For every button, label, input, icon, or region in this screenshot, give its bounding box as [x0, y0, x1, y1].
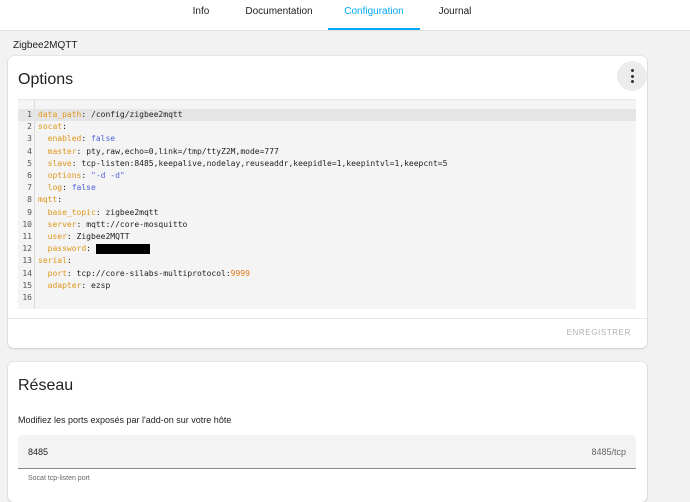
line-number: 16: [22, 293, 32, 302]
options-title: Options: [18, 71, 74, 88]
line-number: 13: [22, 256, 32, 266]
line-number: 11: [22, 232, 32, 241]
page-title: Zigbee2MQTT: [13, 40, 78, 51]
tab-bar: Info Documentation Configuration Journal: [0, 0, 690, 31]
code-content: socat:: [38, 122, 72, 132]
line-number: 15: [22, 280, 32, 290]
code-line: 10 server: mqtt://core-mosquitto: [18, 219, 636, 231]
code-content: adapter: ezsp: [47, 280, 111, 290]
code-line: 2 socat:: [18, 121, 636, 133]
more-options-button[interactable]: [617, 61, 647, 91]
yaml-key: port: [47, 268, 67, 278]
code-content: serial:: [38, 256, 77, 266]
dots-vertical-icon: [631, 69, 634, 72]
line-number: 14: [22, 268, 32, 278]
code-content: password:: [38, 243, 150, 255]
yaml-key: data_path: [38, 110, 82, 119]
port-input-value: 8485: [28, 447, 49, 457]
dots-vertical-icon: [631, 74, 634, 78]
yaml-value: false: [71, 183, 96, 193]
yaml-value: pty,raw,echo=0,link=/tmp/ttyZ2M,mode=777: [86, 146, 279, 156]
network-title: Réseau: [18, 377, 74, 394]
port-input-suffix: 8485/tcp: [591, 447, 626, 457]
code-line: 4 master: pty,raw,echo=0,link=/tmp/ttyZ2…: [18, 146, 636, 158]
code-line: 6 options: "-d -d": [18, 170, 636, 182]
code-line: 8 mqtt:: [18, 194, 636, 206]
line-number: 9: [27, 207, 32, 217]
yaml-key: user: [47, 232, 67, 241]
line-number: 3: [27, 134, 32, 144]
line-number: 2: [27, 122, 32, 132]
yaml-key: options: [47, 171, 82, 180]
line-number: 4: [27, 146, 32, 156]
port-helper-text: Socat tcp-listen port: [28, 475, 90, 482]
line-number: 7: [27, 183, 32, 193]
yaml-key: server: [47, 219, 77, 229]
code-line: 16: [18, 292, 636, 304]
code-content: server: mqtt://core-mosquitto: [47, 219, 188, 229]
yaml-value: zigbee2mqtt: [105, 207, 159, 217]
dots-vertical-icon: [631, 80, 634, 83]
line-number: 1: [27, 110, 32, 119]
code-line: 13 serial:: [18, 255, 636, 267]
code-content: enabled: false: [47, 134, 116, 144]
yaml-key: enabled: [47, 134, 82, 144]
yaml-value: /config/zigbee2mqtt: [91, 110, 183, 119]
code-content: data_path: /config/zigbee2mqtt: [38, 110, 183, 119]
yaml-key: adapter: [47, 280, 82, 290]
yaml-value: Zigbee2MQTT: [76, 232, 130, 241]
code-line: 7 log: false: [18, 182, 636, 194]
network-card: Réseau Modifiez les ports exposés par l'…: [8, 362, 647, 502]
yaml-key: mqtt: [38, 195, 58, 205]
line-number: 10: [22, 219, 32, 229]
code-line: 9 base_topic: zigbee2mqtt: [18, 207, 636, 219]
yaml-key: socat: [38, 122, 63, 132]
yaml-value: ezsp: [91, 280, 111, 290]
tab-documentation[interactable]: Documentation: [238, 0, 320, 30]
tab-info[interactable]: Info: [183, 0, 219, 30]
redacted-password: [95, 243, 150, 254]
line-number: 6: [27, 171, 32, 180]
yaml-key: serial: [38, 256, 67, 266]
code-content: user: Zigbee2MQTT: [47, 232, 130, 241]
code-line: 3 enabled: false: [18, 133, 636, 145]
line-number: 5: [27, 158, 32, 168]
yaml-key: master: [47, 146, 77, 156]
save-button[interactable]: ENREGISTRER: [567, 328, 631, 337]
options-card-footer: ENREGISTRER: [8, 318, 647, 349]
code-line: 15 adapter: ezsp: [18, 280, 636, 292]
code-line: 11 user: Zigbee2MQTT: [18, 231, 636, 243]
line-number: 8: [27, 195, 32, 205]
code-content: log: false: [47, 183, 96, 193]
yaml-value-number: 9999: [230, 268, 250, 278]
tab-configuration[interactable]: Configuration: [328, 0, 420, 30]
yaml-key: password: [47, 244, 87, 254]
code-content: port: tcp://core-silabs-multiprotocol:99…: [47, 268, 250, 278]
yaml-code-editor[interactable]: 1 data_path: /config/zigbee2mqtt 2 socat: 3…: [18, 99, 636, 309]
yaml-value: "-d -d": [91, 171, 125, 180]
line-number: 12: [22, 244, 32, 254]
code-content: slave: tcp-listen:8485,keepalive,nodelay…: [47, 158, 448, 168]
code-line: 1 data_path: /config/zigbee2mqtt: [18, 109, 636, 122]
yaml-key: base_topic: [47, 207, 96, 217]
network-description: Modifiez les ports exposés par l'add-on …: [18, 415, 232, 425]
tab-journal[interactable]: Journal: [431, 0, 479, 30]
code-content: mqtt:: [38, 195, 67, 205]
code-line: 12 password:: [18, 243, 636, 255]
code-content: base_topic: zigbee2mqtt: [47, 207, 159, 217]
yaml-value: tcp-listen:8485,keepalive,nodelay,reusea…: [81, 158, 448, 168]
code-line: 14 port: tcp://core-silabs-multiprotocol…: [18, 268, 636, 280]
code-line: 5 slave: tcp-listen:8485,keepalive,nodel…: [18, 158, 636, 170]
yaml-value: tcp://core-silabs-multiprotocol:: [76, 268, 231, 278]
yaml-key: log: [47, 183, 63, 193]
port-input[interactable]: 8485 8485/tcp: [18, 435, 636, 469]
options-card: Options 1 data_path: /config/zigbee2mqtt 2…: [8, 56, 647, 348]
code-content: master: pty,raw,echo=0,link=/tmp/ttyZ2M,…: [47, 146, 279, 156]
yaml-value: mqtt://core-mosquitto: [86, 219, 188, 229]
yaml-key: slave: [47, 158, 72, 168]
yaml-value: false: [91, 134, 116, 144]
code-content: options: "-d -d": [47, 171, 125, 180]
